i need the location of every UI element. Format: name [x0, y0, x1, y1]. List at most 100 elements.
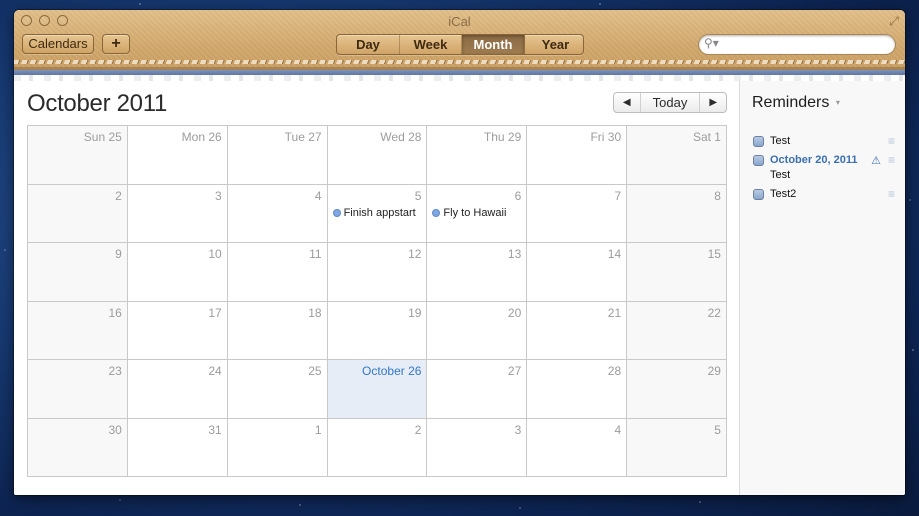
day-cell[interactable]: 8 — [627, 184, 727, 243]
search-icon[interactable]: ⚲▾ — [704, 36, 719, 50]
reminders-title-label: Reminders — [752, 94, 830, 111]
month-view: October 2011 ◀ Today ▶ Sun 25 Mon 26 Tue 2… — [14, 81, 739, 495]
date-navigation: ◀ Today ▶ — [613, 92, 727, 113]
day-cell[interactable]: Fri 30 — [527, 126, 628, 185]
reminder-due-date: October 20, 2011 — [770, 154, 858, 166]
chevron-down-icon[interactable]: ▾ — [836, 98, 840, 107]
day-cell[interactable]: 27 — [427, 360, 528, 419]
day-number: 20 — [507, 305, 522, 320]
reminder-checkbox[interactable] — [753, 155, 764, 166]
day-cell[interactable]: 5 Finish appstart — [327, 184, 428, 243]
day-cell[interactable]: 22 — [627, 301, 727, 360]
day-cell[interactable]: 28 — [527, 360, 628, 419]
day-cell[interactable]: 6 Fly to Hawaii — [427, 184, 528, 243]
day-number: Sat 1 — [692, 130, 721, 144]
day-cell[interactable]: 10 — [127, 243, 228, 302]
calendar-event[interactable]: Finish appstart — [332, 207, 416, 219]
day-cell[interactable]: 5 — [627, 418, 727, 477]
day-number: 7 — [614, 188, 622, 203]
day-number: 5 — [714, 422, 721, 437]
reminders-title[interactable]: Reminders ▾ — [752, 94, 840, 112]
add-calendar-button[interactable]: + — [102, 34, 130, 54]
day-cell[interactable]: 21 — [527, 301, 628, 360]
day-cell[interactable]: Wed 28 — [327, 126, 428, 185]
day-cell-today[interactable]: October 26 — [327, 360, 428, 419]
day-cell[interactable]: 1 — [227, 418, 328, 477]
day-cell[interactable]: 31 — [127, 418, 228, 477]
day-cell[interactable]: 18 — [227, 301, 328, 360]
day-number: 27 — [507, 364, 522, 378]
day-cell[interactable]: 7 — [527, 184, 628, 243]
next-month-button[interactable]: ▶ — [700, 93, 726, 112]
window-title: iCal — [448, 14, 471, 29]
today-button[interactable]: Today — [639, 93, 701, 112]
tab-year[interactable]: Year — [525, 35, 583, 54]
day-cell[interactable]: 2 — [28, 184, 128, 243]
leather-stitching — [14, 60, 905, 64]
day-number: 14 — [607, 247, 622, 261]
day-cell[interactable]: 3 — [427, 418, 528, 477]
day-number: 4 — [614, 422, 622, 437]
day-number: Thu 29 — [483, 130, 522, 144]
day-cell[interactable]: 13 — [427, 243, 528, 302]
day-cell[interactable]: Mon 26 — [127, 126, 228, 185]
day-cell[interactable]: 19 — [327, 301, 428, 360]
day-cell[interactable]: 17 — [127, 301, 228, 360]
reminder-checkbox[interactable] — [753, 136, 764, 147]
calendar-event[interactable]: Fly to Hawaii — [432, 207, 506, 219]
previous-month-button[interactable]: ◀ — [614, 93, 640, 112]
day-number: October 26 — [362, 364, 422, 378]
calendars-button[interactable]: Calendars — [22, 34, 94, 54]
tab-day[interactable]: Day — [337, 35, 400, 54]
reminder-text: Test — [770, 135, 791, 147]
day-cell[interactable]: 23 — [28, 360, 128, 419]
day-number: 3 — [514, 422, 522, 437]
reminder-text: Test2 — [770, 188, 797, 200]
day-cell[interactable]: 9 — [28, 243, 128, 302]
day-cell[interactable]: 20 — [427, 301, 528, 360]
day-number: Fri 30 — [590, 130, 622, 144]
day-cell[interactable]: Thu 29 — [427, 126, 528, 185]
drag-handle-icon[interactable]: ≡ — [888, 153, 895, 167]
day-number: 15 — [707, 247, 721, 261]
reminders-panel: Reminders ▾ Test ≡ October 20, 2011 Test… — [739, 81, 905, 495]
search-field[interactable]: ⚲▾ — [698, 34, 896, 55]
day-cell[interactable]: 14 — [527, 243, 628, 302]
day-number: 31 — [208, 422, 222, 437]
day-cell[interactable]: 12 — [327, 243, 428, 302]
day-cell[interactable]: 24 — [127, 360, 228, 419]
day-number: 18 — [308, 305, 322, 320]
day-number: 11 — [309, 247, 322, 261]
day-cell[interactable]: 4 — [527, 418, 628, 477]
day-cell[interactable]: 16 — [28, 301, 128, 360]
day-cell[interactable]: 11 — [227, 243, 328, 302]
day-number: 19 — [408, 305, 422, 320]
day-cell[interactable]: 25 — [227, 360, 328, 419]
day-number: Tue 27 — [284, 130, 322, 144]
day-number: 21 — [607, 305, 622, 320]
day-cell[interactable]: 3 — [127, 184, 228, 243]
reminder-checkbox[interactable] — [753, 189, 764, 200]
warning-icon: ⚠ — [871, 155, 881, 167]
day-cell[interactable]: 4 — [227, 184, 328, 243]
day-cell[interactable]: 30 — [28, 418, 128, 477]
day-number: Mon 26 — [181, 130, 222, 144]
day-cell[interactable]: Sun 25 — [28, 126, 128, 185]
drag-handle-icon[interactable]: ≡ — [888, 187, 895, 201]
day-number: 30 — [108, 422, 122, 437]
day-number: 10 — [208, 247, 222, 261]
drag-handle-icon[interactable]: ≡ — [888, 134, 895, 148]
day-number: 22 — [707, 305, 721, 320]
day-number: 24 — [208, 364, 222, 378]
day-cell[interactable]: Tue 27 — [227, 126, 328, 185]
day-cell[interactable]: 2 — [327, 418, 428, 477]
day-cell[interactable]: Sat 1 — [627, 126, 727, 185]
day-number: 8 — [714, 188, 721, 203]
day-cell[interactable]: 15 — [627, 243, 727, 302]
tab-month[interactable]: Month — [462, 35, 525, 54]
fullscreen-icon[interactable]: ⤢ — [887, 14, 901, 28]
day-number: 9 — [115, 247, 122, 261]
day-cell[interactable]: 29 — [627, 360, 727, 419]
tab-week[interactable]: Week — [400, 35, 462, 54]
search-input[interactable] — [723, 36, 892, 54]
